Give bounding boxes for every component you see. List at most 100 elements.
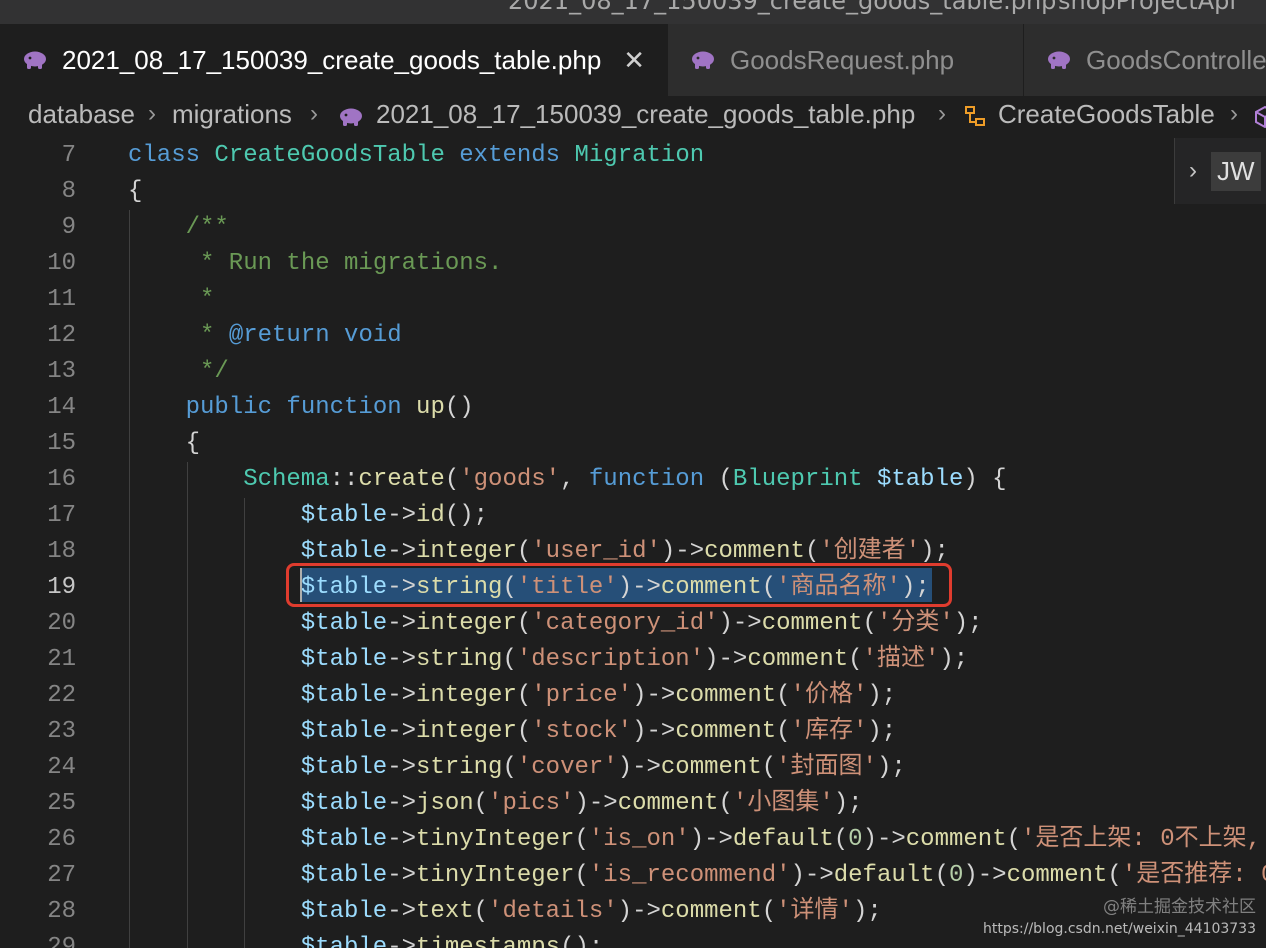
line-number: 25	[47, 790, 76, 817]
tab-label: GoodsControlle	[1086, 44, 1266, 75]
code-token: CreateGoodsTable	[214, 142, 445, 169]
code-line[interactable]: $table->tinyInteger('is_on')->default(0)…	[301, 822, 1266, 858]
breadcrumb-item-migrations[interactable]: migrations	[172, 99, 292, 130]
code-line[interactable]: {	[186, 426, 200, 462]
code-token: );	[867, 718, 897, 745]
editor-tab-bar: 2021_08_17_150039_create_goods_table.php…	[0, 24, 1266, 96]
code-line[interactable]: $table->timestamps();	[301, 930, 603, 948]
watermark-juejin: @稀土掘金技术社区	[1103, 897, 1256, 917]
code-token: )->	[790, 862, 834, 889]
chevron-right-icon: ›	[1230, 100, 1238, 127]
code-token: $table	[300, 754, 388, 781]
code-token: comment	[747, 646, 849, 673]
code-token: comment	[660, 898, 762, 925]
sticky-outline-widget[interactable]: › JW	[1174, 138, 1266, 204]
code-line[interactable]: Schema::create('goods', function (Bluepr…	[243, 462, 1006, 498]
code-token: )->	[574, 790, 618, 817]
breadcrumb-item-file[interactable]: 2021_08_17_150039_create_goods_table.php	[376, 99, 915, 130]
php-elephant-icon	[340, 108, 362, 126]
code-token: $table	[300, 934, 388, 948]
code-token: (	[574, 826, 589, 853]
code-token: (	[516, 682, 532, 709]
tab-goods-controller[interactable]: GoodsControlle	[1024, 24, 1266, 96]
code-token: (	[1107, 862, 1122, 889]
code-token: ->	[387, 718, 417, 745]
code-line[interactable]: class CreateGoodsTable extends Migration	[128, 138, 704, 174]
code-token: public	[185, 394, 273, 421]
code-token: $table	[876, 466, 964, 493]
code-line[interactable]: $table->text('details')->comment('详情');	[301, 894, 882, 930]
close-icon[interactable]: ✕	[623, 45, 645, 76]
code-token: comment	[617, 790, 719, 817]
code-token: create	[358, 466, 445, 493]
line-number: 13	[47, 358, 76, 385]
code-token: (	[848, 646, 863, 673]
code-token: '价格'	[790, 682, 868, 709]
tab-label: 2021_08_17_150039_create_goods_table.php	[62, 44, 602, 75]
line-number: 8	[61, 178, 76, 205]
code-line[interactable]: $table->id();	[301, 498, 488, 534]
code-token: string	[416, 646, 503, 673]
code-token: )->	[617, 754, 661, 781]
code-line[interactable]: * Run the migrations.	[185, 246, 503, 282]
code-token: ->	[387, 826, 417, 853]
code-line[interactable]: $table->json('pics')->comment('小图集');	[301, 786, 863, 822]
code-token: ->	[387, 934, 417, 948]
breadcrumb-item-database[interactable]: database	[28, 99, 135, 130]
code-line[interactable]: {	[128, 174, 142, 210]
code-token: /**	[185, 214, 229, 241]
code-line[interactable]: *	[186, 282, 214, 318]
code-token: tinyInteger	[416, 826, 575, 853]
code-token: $table	[300, 538, 388, 565]
code-token: comment	[905, 826, 1007, 853]
code-token: ->	[387, 502, 417, 529]
code-line[interactable]: $table->integer('category_id')->comment(…	[301, 606, 983, 642]
code-line[interactable]: */	[186, 354, 229, 390]
breadcrumb-item-class[interactable]: CreateGoodsTable	[998, 99, 1215, 130]
code-token: '描述'	[862, 646, 940, 673]
tab-create-goods-table[interactable]: 2021_08_17_150039_create_goods_table.php…	[0, 24, 668, 96]
line-number: 29	[47, 934, 76, 948]
code-line[interactable]: $table->tinyInteger('is_recommend')->def…	[301, 858, 1266, 894]
code-editor[interactable]: 7 class CreateGoodsTable extends Migratio…	[0, 138, 1266, 948]
code-token: $table	[300, 790, 388, 817]
code-token: (	[776, 682, 791, 709]
code-token: ->	[387, 862, 417, 889]
code-token: {	[185, 430, 200, 457]
code-token: 'pics'	[488, 790, 575, 817]
line-number: 22	[47, 682, 76, 709]
code-token: 'goods'	[459, 466, 561, 493]
code-line[interactable]: $table->string('description')->comment('…	[301, 642, 968, 678]
code-line[interactable]: $table->integer('stock')->comment('库存');	[301, 714, 896, 750]
code-token: integer	[416, 718, 517, 745]
code-token: {	[128, 178, 143, 205]
tab-goods-request[interactable]: GoodsRequest.php	[668, 24, 1024, 96]
code-token: $table	[300, 718, 388, 745]
code-token: $table	[300, 502, 388, 529]
indent-guide	[186, 462, 188, 948]
code-line[interactable]: * @return void	[186, 318, 402, 354]
code-token: )->	[632, 682, 676, 709]
code-token: $table	[300, 862, 388, 889]
code-token: 'stock'	[531, 718, 633, 745]
code-line[interactable]: $table->string('cover')->comment('封面图');	[301, 750, 906, 786]
code-token: * Run the migrations.	[185, 250, 503, 277]
code-token: @return	[228, 322, 330, 349]
code-token: timestamps	[416, 934, 561, 948]
code-token: (	[473, 790, 489, 817]
chevron-right-icon[interactable]: ›	[1189, 157, 1197, 185]
code-token: (	[862, 610, 877, 637]
code-token: string	[416, 754, 503, 781]
line-number: 11	[47, 286, 76, 313]
window-title-bar: 2021_08_17_150039_create_goods_table.php…	[0, 0, 1266, 24]
code-line[interactable]: public function up()	[186, 390, 474, 426]
code-token: '创建者'	[819, 538, 921, 565]
line-number: 10	[47, 250, 76, 277]
line-number: 16	[47, 466, 76, 493]
code-line[interactable]: /**	[186, 210, 229, 246]
code-line[interactable]: $table->integer('price')->comment('价格');	[301, 678, 896, 714]
code-token: );	[876, 754, 906, 781]
